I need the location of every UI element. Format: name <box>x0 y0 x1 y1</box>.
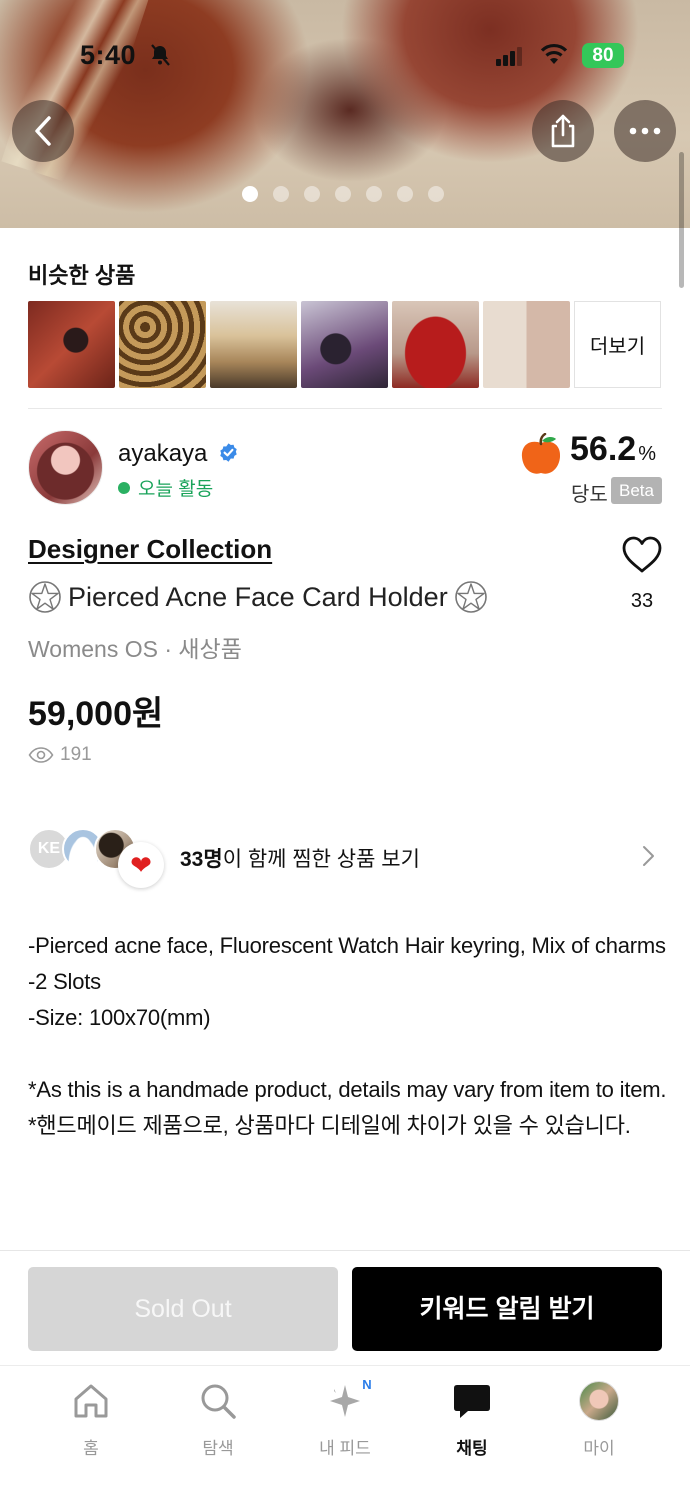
more-options-button[interactable] <box>614 100 676 162</box>
chat-icon <box>454 1385 490 1418</box>
sweetness-label: 당도 <box>571 484 608 506</box>
similar-product-thumbnail[interactable] <box>119 301 206 388</box>
hero-image-detail <box>1 0 149 190</box>
share-icon <box>551 114 575 148</box>
home-icon <box>74 1384 108 1418</box>
similar-product-thumbnail[interactable] <box>210 301 297 388</box>
beta-badge: Beta <box>611 477 662 504</box>
similar-product-thumbnail[interactable] <box>392 301 479 388</box>
my-avatar <box>579 1381 619 1421</box>
product-description: -Pierced acne face, Fluorescent Watch Ha… <box>28 933 667 1138</box>
carousel-dot[interactable] <box>366 186 382 202</box>
tab-feed[interactable]: N 내 피드 <box>282 1366 408 1500</box>
sweetness-value: 56.2% <box>570 430 656 468</box>
carousel-dot[interactable] <box>304 186 320 202</box>
similar-more-button[interactable]: 더보기 <box>574 301 661 388</box>
tab-my-label: 마이 <box>583 1439 615 1458</box>
bell-off-icon <box>151 44 170 66</box>
similar-products-list: 더보기 <box>28 301 661 388</box>
new-badge: N <box>356 1374 378 1396</box>
action-bar: Sold Out 키워드 알림 받기 <box>0 1250 690 1365</box>
star-emblem-icon <box>454 581 487 613</box>
wishlist-label: 이 함께 찜한 상품 보기 <box>222 848 420 871</box>
tab-home[interactable]: 홈 <box>28 1366 154 1500</box>
online-dot-icon <box>118 481 130 494</box>
wishlist-count: 33명 <box>180 848 223 871</box>
wishlist-text: 33명이 함께 찜한 상품 보기 <box>180 843 420 873</box>
signal-icon <box>496 47 522 66</box>
like-count: 33 <box>630 590 654 612</box>
battery-indicator: 80 <box>582 43 624 68</box>
back-button[interactable] <box>12 100 74 162</box>
brand-link[interactable]: Designer Collection <box>28 534 272 565</box>
seller-name[interactable]: ayakaya <box>118 440 207 468</box>
view-count: 191 <box>28 744 92 766</box>
section-divider <box>28 408 662 409</box>
tab-search-label: 탐색 <box>202 1439 234 1458</box>
similar-product-thumbnail[interactable] <box>483 301 570 388</box>
tab-my[interactable]: 마이 <box>536 1366 662 1500</box>
heart-icon[interactable] <box>621 535 663 575</box>
carousel-dot[interactable] <box>273 186 289 202</box>
product-price: 59,000원 <box>28 695 164 733</box>
wifi-icon <box>540 43 568 64</box>
carousel-dot[interactable] <box>335 186 351 202</box>
sweetness-unit: % <box>638 443 656 465</box>
product-image-carousel[interactable]: 5:40 80 <box>0 0 690 228</box>
similar-products-title: 비슷한 상품 <box>28 263 136 288</box>
carousel-dot[interactable] <box>428 186 444 202</box>
tab-home-label: 홈 <box>83 1439 99 1458</box>
eye-icon <box>28 747 54 763</box>
verified-badge-icon <box>220 443 237 462</box>
red-heart-icon: ❤ <box>118 842 164 888</box>
tab-chat-label: 채팅 <box>456 1439 488 1458</box>
product-title: Pierced Acne Face Card Holder <box>28 580 488 614</box>
search-icon <box>201 1384 236 1419</box>
wishlist-users-row[interactable]: KE ❤ 33명이 함께 찜한 상품 보기 <box>28 826 662 888</box>
carousel-indicator <box>0 186 690 202</box>
star-emblem-icon <box>29 581 61 613</box>
chevron-right-icon <box>643 846 654 866</box>
share-button[interactable] <box>532 100 594 162</box>
tab-chat[interactable]: 채팅 <box>409 1366 535 1500</box>
product-category: Womens OS · 새상품 <box>28 636 242 662</box>
activity-label: 오늘 활동 <box>138 479 214 500</box>
bottom-tab-bar: 홈 탐색 N 내 피드 채팅 마이 <box>0 1365 690 1500</box>
seller-activity-status: 오늘 활동 <box>118 474 213 501</box>
chevron-left-icon <box>35 116 51 146</box>
status-time: 5:40 <box>80 40 137 70</box>
view-count-value: 191 <box>60 744 92 765</box>
tab-feed-label: 내 피드 <box>319 1439 371 1458</box>
sold-out-button: Sold Out <box>28 1267 338 1351</box>
carousel-dot[interactable] <box>397 186 413 202</box>
similar-product-thumbnail[interactable] <box>28 301 115 388</box>
apple-icon <box>521 433 561 474</box>
carousel-dot[interactable] <box>242 186 258 202</box>
product-title-text: Pierced Acne Face Card Holder <box>68 581 448 612</box>
tab-search[interactable]: 탐색 <box>155 1366 281 1500</box>
keyword-alert-button[interactable]: 키워드 알림 받기 <box>352 1267 662 1351</box>
similar-product-thumbnail[interactable] <box>301 301 388 388</box>
scrollbar[interactable] <box>679 152 684 288</box>
more-horizontal-icon <box>629 127 661 135</box>
seller-avatar[interactable] <box>28 430 103 505</box>
